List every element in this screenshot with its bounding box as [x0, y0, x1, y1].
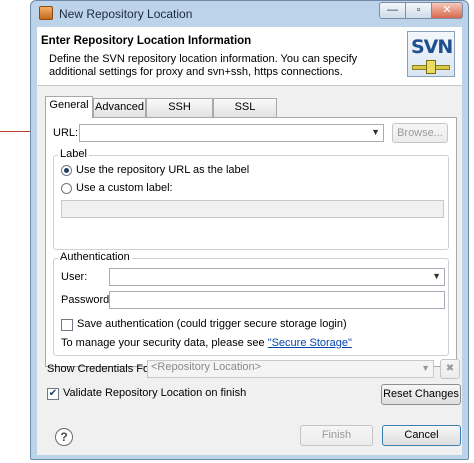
radio-use-repository-url[interactable] [61, 165, 72, 176]
chevron-down-icon[interactable]: ▼ [432, 271, 441, 281]
tab-general[interactable]: General [45, 96, 93, 118]
validate-location-checkbox[interactable]: ✔ [47, 388, 59, 400]
reset-changes-button[interactable]: Reset Changes [381, 384, 461, 405]
url-combobox[interactable]: ▼ [79, 124, 384, 142]
header-description: Define the SVN repository location infor… [49, 53, 358, 78]
window-title: New Repository Location [59, 7, 193, 21]
label-group-title: Label [58, 148, 89, 160]
title-bar[interactable]: New Repository Location — ▫ ✕ [31, 1, 468, 27]
radio-use-repository-url-label[interactable]: Use the repository URL as the label [76, 164, 249, 176]
tab-ssh-settings[interactable]: SSH Settings [146, 98, 213, 130]
url-label: URL: [53, 127, 79, 139]
header-title: Enter Repository Location Information [41, 35, 252, 47]
maximize-button[interactable]: ▫ [405, 2, 432, 19]
chevron-down-icon[interactable]: ▼ [371, 127, 380, 137]
password-label: Password: [61, 294, 113, 306]
minimize-button[interactable]: — [379, 2, 406, 19]
cancel-button[interactable]: Cancel [382, 425, 461, 446]
radio-use-custom-label-label[interactable]: Use a custom label: [76, 182, 173, 194]
dialog-window: New Repository Location — ▫ ✕ Enter Repo… [30, 0, 469, 460]
close-button[interactable]: ✕ [431, 2, 463, 19]
user-label: User: [61, 271, 88, 283]
tab-advanced[interactable]: Advanced [93, 98, 146, 117]
secure-storage-link[interactable]: "Secure Storage" [268, 337, 352, 349]
validate-location-label[interactable]: Validate Repository Location on finish [63, 387, 246, 399]
show-credentials-label: Show Credentials For: [47, 363, 156, 375]
secure-storage-text: To manage your security data, please see… [61, 337, 352, 349]
tab-ssl-settings[interactable]: SSL Settings [213, 98, 277, 130]
finish-button[interactable]: Finish [300, 425, 373, 446]
save-authentication-checkbox[interactable] [61, 319, 73, 331]
password-input[interactable] [109, 291, 445, 309]
general-tab-panel: URL: ▼ Browse... Label Use the repositor… [45, 117, 457, 367]
custom-label-input[interactable] [61, 200, 444, 218]
user-combobox[interactable]: ▼ [109, 268, 445, 286]
credentials-selected: <Repository Location> [151, 361, 262, 373]
app-icon [39, 6, 53, 20]
dialog-client-area: Enter Repository Location Information De… [37, 27, 462, 455]
chevron-down-icon[interactable]: ▼ [421, 363, 430, 373]
svn-logo-text: SVN [411, 36, 453, 58]
manage-security-text: To manage your security data, please see [61, 337, 268, 349]
svn-logo: SVN [407, 31, 455, 77]
dialog-header: Enter Repository Location Information De… [37, 27, 462, 86]
radio-use-custom-label[interactable] [61, 183, 72, 194]
svn-logo-node [426, 60, 436, 74]
browse-button[interactable]: Browse... [392, 123, 448, 143]
save-authentication-label[interactable]: Save authentication (could trigger secur… [77, 318, 347, 330]
delete-credentials-button[interactable]: ✖ [440, 359, 460, 379]
authentication-group-title: Authentication [58, 251, 132, 263]
help-icon[interactable]: ? [55, 428, 73, 446]
credentials-combobox[interactable]: <Repository Location> ▼ [147, 360, 434, 378]
